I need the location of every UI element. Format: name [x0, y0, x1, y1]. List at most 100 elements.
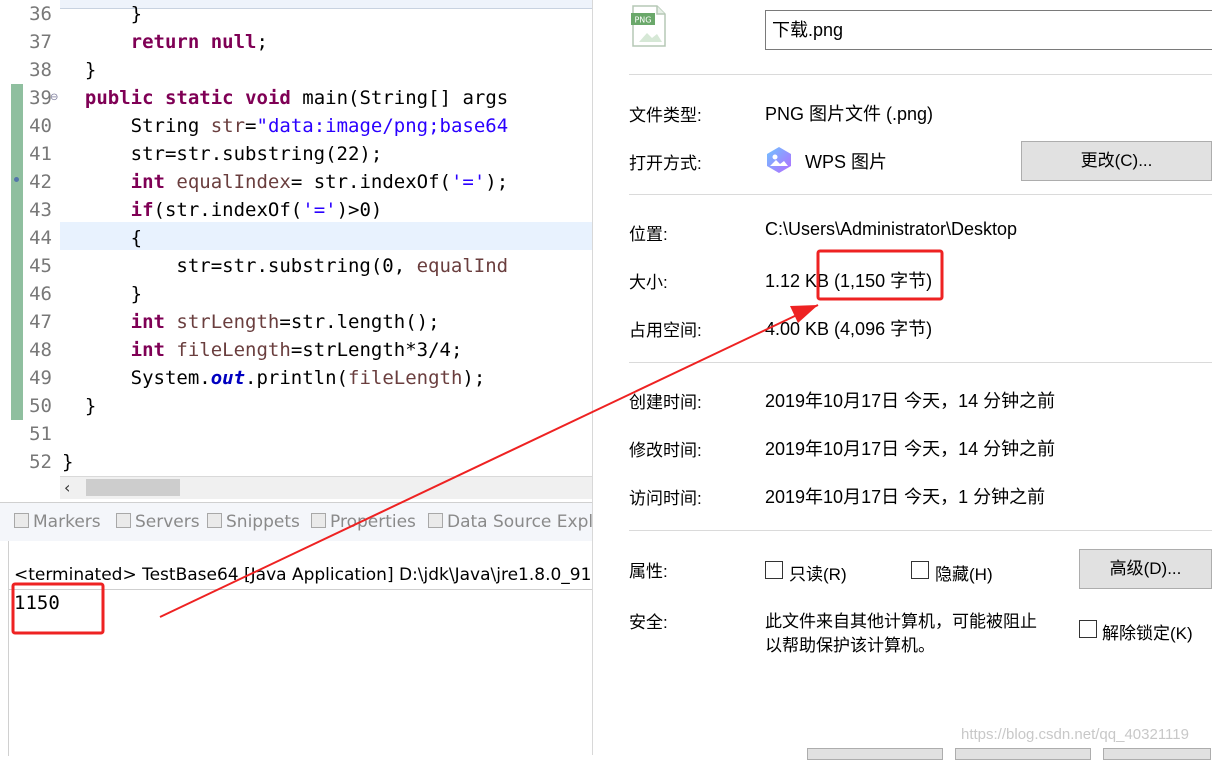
change-button[interactable]: 更改(C)... [1021, 141, 1212, 181]
code-line: str=str.substring(22); [130, 143, 383, 165]
tab-data-source-explorer[interactable]: Data Source Expl [428, 512, 593, 532]
tab-markers[interactable]: Markers [14, 512, 101, 532]
modified-value: 2019年10月17日 今天，14 分钟之前 [765, 439, 1056, 459]
code-line: str=str.substring(0, equalInd [176, 255, 509, 277]
line-number: 43 [29, 199, 52, 221]
watermark: https://blog.csdn.net/qq_40321119 [961, 726, 1189, 743]
console-panel: Markers Servers Snippets Properties Data… [0, 502, 593, 756]
unblock-checkbox[interactable] [1079, 620, 1097, 638]
location-label: 位置: [629, 225, 668, 244]
attributes-label: 属性: [629, 562, 668, 581]
horizontal-scrollbar[interactable]: ‹ [60, 476, 592, 499]
tab-label: Data Source Expl [447, 512, 594, 532]
line-number: 41 [29, 143, 52, 165]
accessed-label: 访问时间: [629, 489, 702, 508]
console-header: <terminated> TestBase64 [Java Applicatio… [14, 565, 592, 585]
filename-field[interactable]: 下载.png [765, 10, 1212, 50]
code-line: { [130, 227, 143, 249]
file-properties-dialog: PNG 下载.png 文件类型: PNG 图片文件 (.png) 打开方式: W… [592, 0, 1212, 760]
apply-button[interactable] [1103, 748, 1211, 760]
code-line: } [130, 3, 143, 25]
fold-toggle-icon[interactable]: ⊖ [50, 92, 58, 103]
servers-icon [116, 513, 131, 528]
snippets-icon [207, 513, 222, 528]
line-number: 48 [29, 339, 52, 361]
code-editor[interactable]: 36 37 38 39 40 41 42 43 44 45 46 47 48 4… [0, 0, 592, 500]
security-text-line2: 以帮助保护该计算机。 [765, 636, 935, 655]
data-source-icon [428, 513, 443, 528]
divider [629, 194, 1212, 195]
hidden-label[interactable]: 隐藏(H) [935, 560, 993, 585]
code-line: String str="data:image/png;base64 [130, 115, 509, 137]
modified-label: 修改时间: [629, 441, 702, 460]
code-line: int fileLength=strLength*3/4; [130, 339, 463, 361]
change-bar [11, 84, 23, 420]
line-number: 37 [29, 31, 52, 53]
tab-snippets[interactable]: Snippets [207, 512, 300, 532]
tab-servers[interactable]: Servers [116, 512, 200, 532]
code-line: return null; [130, 31, 268, 53]
line-number: 39 [29, 87, 52, 109]
png-badge: PNG [634, 16, 651, 25]
console-divider [8, 589, 592, 590]
code-line: System.out.println(fileLength); [130, 367, 486, 389]
type-label: 文件类型: [629, 106, 702, 125]
scroll-left-icon[interactable]: ‹ [64, 478, 70, 497]
line-number: 49 [29, 367, 52, 389]
code-line: } [62, 451, 74, 473]
open-with-value: WPS 图片 [805, 152, 888, 172]
ok-button[interactable] [807, 748, 943, 760]
code-line: public static void main(String[] args [84, 87, 509, 109]
security-label: 安全: [629, 613, 668, 632]
type-value: PNG 图片文件 (.png) [765, 104, 934, 124]
wps-picture-icon [767, 147, 791, 173]
cancel-button[interactable] [955, 748, 1091, 760]
line-number: 50 [29, 395, 52, 417]
size-value: 1.12 KB (1,150 字节) [765, 271, 933, 291]
location-value: C:\Users\Administrator\Desktop [765, 219, 1018, 239]
readonly-label[interactable]: 只读(R) [789, 560, 847, 585]
panel-tab-bar: Markers Servers Snippets Properties Data… [0, 503, 593, 541]
line-number: 44 [29, 227, 52, 249]
line-number: 42 [29, 171, 52, 193]
code-line: } [84, 395, 97, 417]
divider [629, 74, 1212, 75]
code-line: } [130, 283, 143, 305]
line-number: 52 [29, 451, 52, 473]
code-line: int strLength=str.length(); [130, 311, 440, 333]
open-with-label: 打开方式: [629, 154, 702, 173]
line-number: 38 [29, 59, 52, 81]
console-output: 1150 [14, 592, 60, 614]
divider [629, 362, 1212, 363]
code-line: if(str.indexOf('=')>0) [130, 199, 383, 221]
advanced-button[interactable]: 高级(D)... [1079, 549, 1212, 589]
unblock-label[interactable]: 解除锁定(K) [1102, 619, 1193, 644]
markers-icon [14, 513, 29, 528]
size-label: 大小: [629, 273, 668, 292]
size-on-disk-value: 4.00 KB (4,096 字节) [765, 319, 933, 339]
line-number: 51 [29, 423, 52, 445]
security-text-line1: 此文件来自其他计算机，可能被阻止 [765, 612, 1037, 631]
code-line: int equalIndex= str.indexOf('='); [130, 171, 509, 193]
readonly-checkbox[interactable] [765, 561, 783, 579]
line-number: 40 [29, 115, 52, 137]
created-label: 创建时间: [629, 393, 702, 412]
scrollbar-thumb[interactable] [86, 479, 180, 496]
tab-label: Servers [135, 512, 200, 532]
line-number: 36 [29, 3, 52, 25]
code-line: } [84, 59, 97, 81]
created-value: 2019年10月17日 今天，14 分钟之前 [765, 391, 1056, 411]
accessed-value: 2019年10月17日 今天，1 分钟之前 [765, 487, 1046, 507]
tab-properties[interactable]: Properties [311, 512, 416, 532]
png-file-icon: PNG [631, 5, 666, 47]
tab-label: Properties [330, 512, 416, 532]
hidden-checkbox[interactable] [911, 561, 929, 579]
properties-icon [311, 513, 326, 528]
line-number: 45 [29, 255, 52, 277]
tab-label: Markers [33, 512, 101, 532]
line-number: 47 [29, 311, 52, 333]
line-number: 46 [29, 283, 52, 305]
tab-label: Snippets [226, 512, 300, 532]
size-on-disk-label: 占用空间: [629, 321, 702, 340]
override-marker-icon [14, 177, 19, 182]
